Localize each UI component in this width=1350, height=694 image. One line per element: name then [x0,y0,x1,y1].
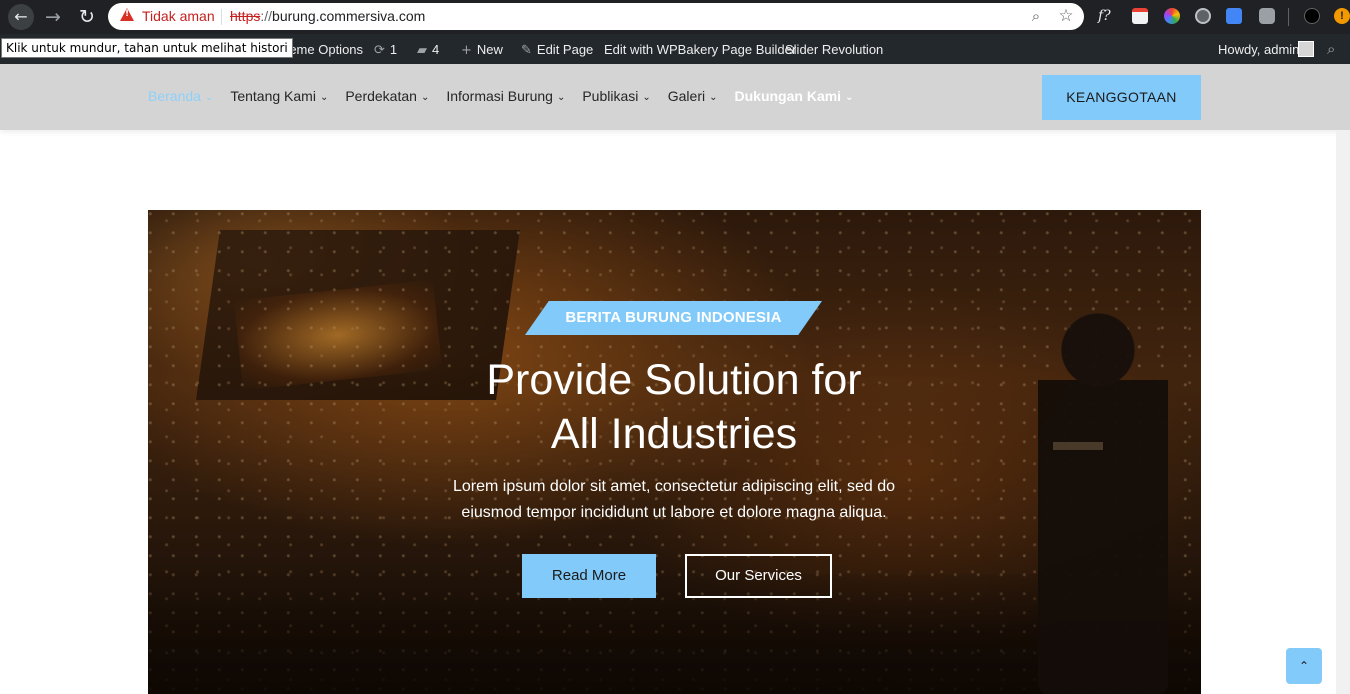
pencil-icon: ✎ [521,43,532,58]
reload-button[interactable]: ↻ [74,4,100,30]
browser-toolbar: ← → ↻ Tidak aman https://burung.commersi… [0,0,1350,34]
menu-label: Informasi Burung [446,88,553,104]
comments-link[interactable]: ▰ 4 [417,42,439,58]
hero-title: Provide Solution for All Industries [374,353,974,461]
updates-count: 1 [389,42,398,57]
url-host: burung.commersiva.com [272,8,426,24]
new-label: New [476,42,503,57]
url-text[interactable]: https://burung.commersiva.com [230,8,425,24]
membership-button[interactable]: KEANGGOTAAN [1042,75,1201,120]
menu-item-informasi-burung[interactable]: Informasi Burung ⌄ [446,88,565,108]
url-scheme: https [230,8,261,24]
menu-label: Tentang Kami [230,88,316,104]
hero-title-line-1: Provide Solution for [486,356,862,404]
edit-wpbakery-link[interactable]: Edit with WPBakery Page Builder [604,42,796,57]
omnibox-divider [221,9,222,25]
menu-item-tentang-kami[interactable]: Tentang Kami ⌄ [230,88,328,108]
hero-tag: BERITA BURUNG INDONESIA [565,309,782,326]
refresh-icon: ⟳ [374,43,385,58]
translate-extension-icon[interactable] [1226,8,1242,24]
plus-icon: + [461,43,472,58]
admin-avatar[interactable] [1298,41,1314,57]
chevron-down-icon: ⌄ [642,92,651,103]
extension-divider [1288,8,1289,26]
hero-slider: BERITA BURUNG INDONESIA Provide Solution… [148,210,1201,694]
comments-count: 4 [432,42,440,57]
admin-search-icon[interactable]: ⌕ [1327,40,1335,58]
our-services-button[interactable]: Our Services [685,554,832,598]
scroll-to-top-button[interactable]: ⌃ [1286,648,1322,684]
edit-page-label: Edit Page [536,42,594,57]
font-extension-icon[interactable]: f? [1098,8,1114,24]
main-menu: Beranda ⌄ Tentang Kami ⌄ Perdekatan ⌄ Infor… [148,88,870,108]
menu-item-publikasi[interactable]: Publikasi ⌄ [582,88,650,108]
menu-item-dukungan-kami[interactable]: Dukungan Kami ⌄ [735,88,854,108]
chevron-down-icon: ⌄ [845,92,854,103]
hero-title-line-2: All Industries [550,410,798,458]
chevron-down-icon: ⌄ [709,92,718,103]
chevron-up-icon: ⌃ [1298,659,1310,673]
security-indicator[interactable]: Tidak aman [142,8,215,24]
slider-revolution-link[interactable]: Slider Revolution [785,42,883,57]
warning-triangle-icon [120,8,134,21]
menu-item-beranda[interactable]: Beranda ⌄ [148,88,213,108]
url-separator: :// [260,8,273,24]
chevron-down-icon: ⌄ [204,92,214,103]
chevron-down-icon: ⌄ [556,92,566,103]
page-scroll-track [1336,130,1350,694]
edit-page-link[interactable]: ✎ Edit Page [521,42,593,58]
comment-icon: ▰ [417,43,427,58]
update-badge-icon[interactable]: ! [1334,8,1350,24]
chevron-down-icon: ⌄ [420,92,430,103]
read-more-button[interactable]: Read More [522,554,656,598]
menu-item-perdekatan[interactable]: Perdekatan ⌄ [345,88,429,108]
globe-extension-icon[interactable] [1195,8,1211,24]
chevron-down-icon: ⌄ [319,92,329,103]
howdy-user-menu[interactable]: Howdy, admin [1218,42,1299,57]
hero-subtitle: Lorem ipsum dolor sit amet, consectetur … [453,478,895,521]
address-bar[interactable]: Tidak aman https://burung.commersiva.com… [108,3,1084,30]
star-icon[interactable]: ☆ [1056,6,1076,26]
menu-item-galeri[interactable]: Galeri ⌄ [668,88,718,108]
color-picker-extension-icon[interactable] [1164,8,1180,24]
updates-link[interactable]: ⟳ 1 [374,42,397,58]
new-content-link[interactable]: + New [461,42,503,58]
document-extension-icon[interactable] [1132,8,1148,24]
menu-label: Beranda [148,88,201,104]
site-header: Beranda ⌄ Tentang Kami ⌄ Perdekatan ⌄ Infor… [0,64,1350,130]
menu-label: Galeri [667,88,706,104]
menu-label: Publikasi [582,88,639,104]
hero-content: BERITA BURUNG INDONESIA Provide Solution… [148,210,1201,694]
menu-label: Dukungan Kami [734,88,842,104]
profile-avatar-icon[interactable] [1304,8,1320,24]
camera-extension-icon[interactable] [1259,8,1275,24]
menu-label: Perdekatan [345,88,417,104]
forward-button[interactable]: → [40,4,66,30]
back-button[interactable]: ← [8,4,34,30]
zoom-icon[interactable]: ⌕ [1026,6,1046,26]
back-button-tooltip: Klik untuk mundur, tahan untuk melihat h… [1,38,293,58]
